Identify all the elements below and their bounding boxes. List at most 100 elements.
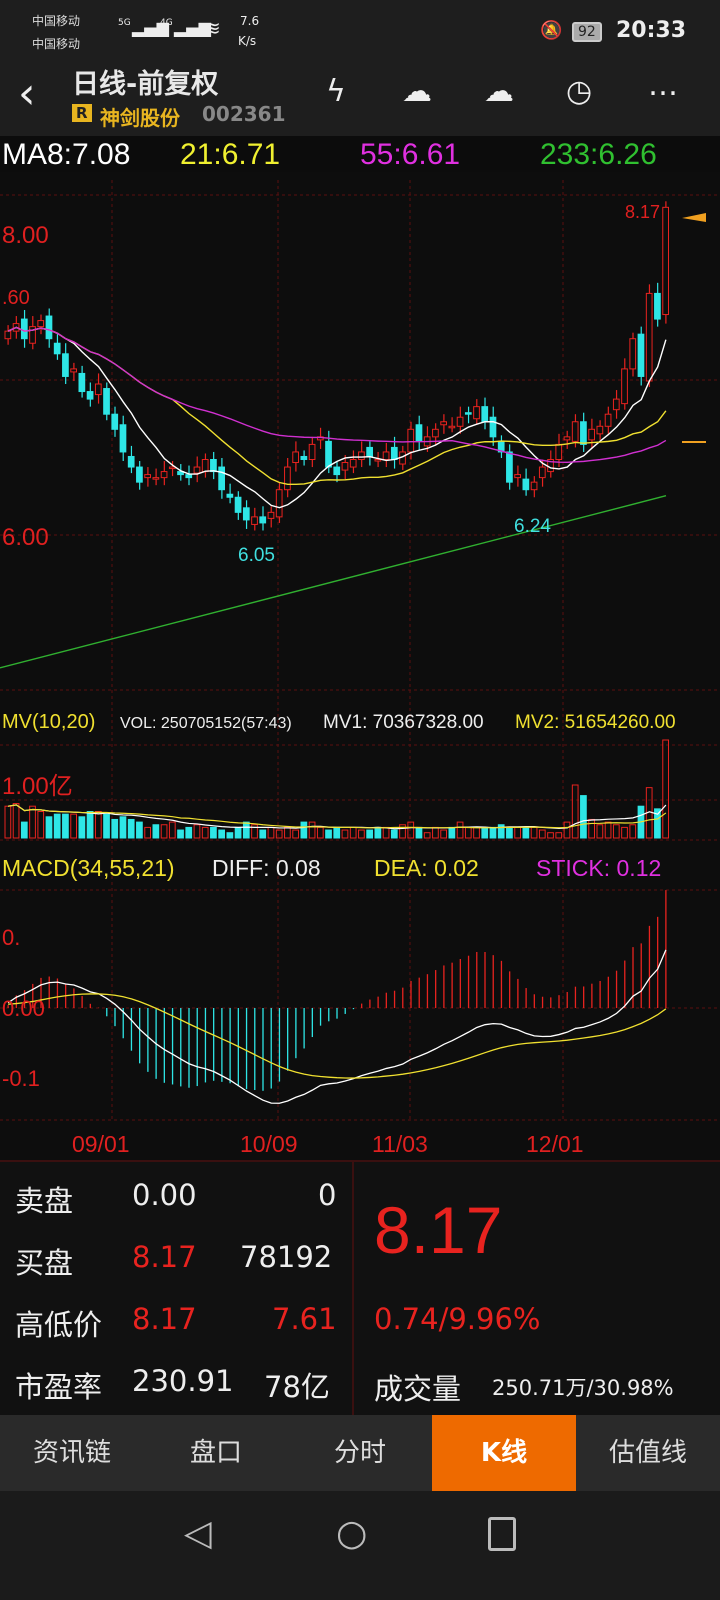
net-speed-unit: K/s: [238, 34, 257, 48]
candle: [144, 474, 151, 479]
buy-price: 8.17: [132, 1240, 197, 1274]
buy-label: 买盘: [15, 1246, 74, 1280]
macd-axis-zero: 0.00: [2, 996, 45, 1021]
candle: [308, 443, 316, 460]
candle: [185, 474, 193, 479]
candle: [267, 511, 275, 519]
macd-diff: DIFF: 0.08: [212, 855, 321, 881]
candle: [407, 428, 415, 453]
tab-kline[interactable]: K线: [432, 1415, 576, 1491]
volume-bar: [62, 813, 69, 839]
candle: [193, 466, 201, 474]
network-5g: 5G: [118, 18, 131, 28]
mv1-value: MV1: 70367328.00: [323, 712, 484, 733]
candle: [506, 451, 513, 483]
nav-home-icon[interactable]: ○: [336, 1513, 367, 1554]
tab-news-chain[interactable]: 资讯链: [0, 1415, 144, 1491]
volume-bar: [242, 821, 250, 839]
volume-bar: [152, 824, 160, 839]
stock-name: 神剑股份: [100, 106, 180, 130]
volume-bar: [325, 829, 332, 839]
page-title: 日线-前复权: [72, 69, 219, 100]
candle: [563, 436, 571, 441]
stock-code: 002361: [202, 102, 286, 126]
candle: [514, 474, 521, 479]
candle: [251, 516, 258, 525]
market-cap: 78亿: [264, 1370, 330, 1404]
volume-bar: [580, 795, 587, 839]
candle: [86, 391, 94, 400]
macd-dea: DEA: 0.02: [374, 855, 479, 881]
wifi-icon: ≋: [204, 16, 221, 40]
battery-icon: 92: [572, 22, 602, 42]
volume-bar: [415, 826, 423, 839]
macd-axis-neg: -0.1: [2, 1066, 40, 1091]
candle: [596, 425, 604, 435]
candle: [234, 496, 242, 513]
candle: [333, 466, 341, 476]
volume-bar: [390, 829, 398, 839]
candle: [374, 459, 382, 462]
candle: [168, 466, 176, 470]
net-speed: 7.6: [240, 14, 260, 28]
candle: [530, 481, 538, 491]
macd-axis-top: 0.: [2, 925, 20, 950]
carrier-1: 中国移动: [32, 14, 81, 28]
candle: [621, 368, 628, 405]
tab-intraday[interactable]: 分时: [288, 1415, 432, 1491]
date-label: 10/09: [240, 1131, 298, 1157]
tab-valuation[interactable]: 估值线: [576, 1415, 720, 1491]
nav-recents-icon[interactable]: [488, 1517, 516, 1551]
volume-bar: [374, 826, 382, 839]
volume-bar: [78, 816, 86, 839]
candle: [53, 342, 61, 355]
clock: 20:33: [616, 18, 687, 43]
volume-bar: [218, 829, 225, 839]
back-button[interactable]: ‹: [18, 68, 36, 119]
buy-volume: 78192: [240, 1240, 333, 1274]
candle: [390, 446, 398, 461]
clock-icon[interactable]: ◷: [566, 74, 592, 109]
volume-bar: [506, 826, 513, 839]
candle: [538, 466, 546, 479]
more-icon[interactable]: …: [648, 68, 678, 103]
date-label: 12/01: [526, 1131, 584, 1157]
quote-panel: 卖盘 0.00 0 买盘 8.17 78192 高低价 8.17 7.61 市盈…: [0, 1160, 720, 1417]
bottom-tabs: 资讯链 盘口 分时 K线 估值线: [0, 1415, 720, 1491]
pe-value: 230.91: [132, 1364, 234, 1398]
volume-bar: [20, 821, 28, 839]
volume-bar: [300, 821, 308, 839]
candle: [637, 333, 645, 377]
system-nav-bar: ◁ ○: [0, 1491, 720, 1600]
network-4g: 4G: [160, 18, 173, 28]
nav-back-icon[interactable]: ◁: [184, 1513, 212, 1554]
candle: [103, 388, 110, 415]
volume-bar: [185, 826, 193, 839]
candle: [588, 428, 595, 441]
volume-bar: [119, 816, 127, 839]
low-price: 7.61: [272, 1302, 337, 1336]
last-price-label: 8.17: [625, 202, 660, 222]
tab-order-book[interactable]: 盘口: [144, 1415, 288, 1491]
volume-bar: [45, 816, 53, 839]
ma55-value: 55:6.61: [360, 138, 461, 171]
lightning-icon[interactable]: ϟ: [326, 74, 346, 109]
candle: [662, 206, 669, 316]
cloud-sync-icon[interactable]: ☁: [484, 74, 514, 109]
sell-label: 卖盘: [15, 1184, 74, 1218]
volume-bar: [489, 826, 497, 839]
vol-axis-label: 1.00亿: [2, 773, 73, 800]
candle: [127, 455, 135, 468]
high-price: 8.17: [132, 1302, 197, 1336]
candle: [78, 372, 86, 393]
candle: [341, 462, 349, 471]
volume-bar: [86, 811, 94, 839]
ma233-value: 233:6.26: [540, 138, 657, 171]
candle: [119, 424, 127, 453]
candle: [111, 413, 119, 430]
volume-bar: [53, 813, 61, 839]
cloud-lightning-icon[interactable]: ☁: [402, 74, 432, 109]
pe-label: 市盈率: [15, 1370, 103, 1404]
kline-chart[interactable]: 8.00 6.00 .60 8.17 6.05 6.24 MV(10,20) V…: [0, 172, 720, 1160]
volume-bar: [103, 813, 110, 839]
